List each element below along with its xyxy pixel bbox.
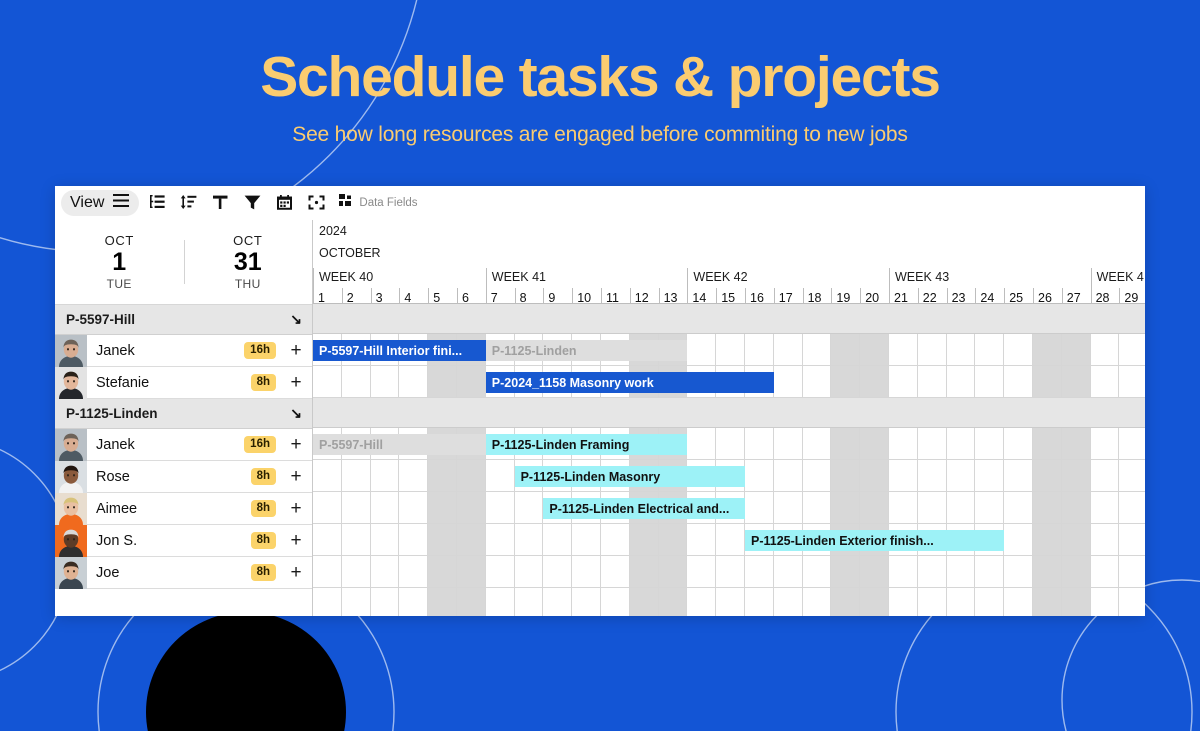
end-day: 31 (233, 248, 262, 277)
avatar-joe (55, 556, 87, 589)
week-header-row: WEEK 40 WEEK 41 WEEK 42 WEEK 43 WEEK 4 (313, 268, 1145, 288)
resource-name: Janek (96, 436, 135, 453)
task-bar[interactable]: P-1125-Linden Electrical and... (543, 498, 745, 519)
date-range-start[interactable]: OCT 1 TUE (55, 233, 184, 291)
task-bar[interactable]: P-1125-Linden Framing (485, 434, 688, 455)
resource-hours-badge: 8h (250, 468, 276, 485)
resource-hours-badge: 16h (244, 342, 276, 359)
gantt-app-window: View Data Fields OCT 1 TUE OCT 31 THU P-… (55, 186, 1145, 616)
end-weekday: THU (234, 276, 261, 291)
task-bar-ghost: P-1125-Linden (485, 340, 688, 361)
timeline-year: 2024 (319, 224, 347, 238)
fit-to-screen-icon[interactable] (301, 190, 331, 216)
date-range-header: OCT 1 TUE OCT 31 THU (55, 220, 312, 304)
resource-hours-badge: 16h (244, 436, 276, 453)
resource-hours-badge: 8h (250, 564, 276, 581)
avatar-stefanie (55, 366, 87, 399)
start-day: 1 (112, 248, 127, 277)
main-split: OCT 1 TUE OCT 31 THU P-5597-Hill ↘ Janek… (55, 220, 1145, 616)
collapse-arrow-icon[interactable]: ↘ (290, 311, 302, 328)
indent-icon[interactable] (205, 190, 235, 216)
resource-rows: P-5597-Hill ↘ Janek 16h + Stefanie 8h + P… (55, 304, 312, 589)
add-task-plus-icon[interactable]: + (284, 499, 308, 518)
avatar-janek (55, 334, 87, 367)
resource-hours-badge: 8h (250, 532, 276, 549)
collapse-arrow-icon[interactable]: ↘ (290, 405, 302, 422)
calendar-icon[interactable] (269, 190, 299, 216)
add-task-plus-icon[interactable]: + (284, 467, 308, 486)
sort-icon[interactable] (173, 190, 203, 216)
view-button-label: View (70, 193, 105, 211)
hero-section: Schedule tasks & projects See how long r… (0, 0, 1200, 147)
data-fields-label: Data Fields (359, 196, 418, 209)
project-group-name: P-5597-Hill (66, 312, 136, 327)
date-range-divider (183, 240, 185, 284)
start-weekday: TUE (106, 276, 132, 291)
resource-row[interactable]: Jon S. 8h + (55, 524, 312, 557)
resource-name: Jon S. (96, 532, 138, 549)
resource-hours-badge: 8h (250, 374, 276, 391)
week-label: WEEK 4 (1090, 268, 1145, 288)
timeline-header: 2024 OCTOBER WEEK 40 WEEK 41 WEEK 42 WEEK 4… (313, 220, 1145, 310)
project-group-row[interactable]: P-1125-Linden ↘ (55, 399, 312, 429)
resource-row[interactable]: Janek 16h + (55, 334, 312, 367)
add-task-plus-icon[interactable]: + (284, 341, 308, 360)
resource-row[interactable]: Janek 16h + (55, 428, 312, 461)
task-bar-ghost: P-5597-Hill (313, 434, 486, 455)
avatar-rose (55, 460, 87, 493)
resource-row[interactable]: Joe 8h + (55, 556, 312, 589)
task-bar[interactable]: P-1125-Linden Exterior finish... (745, 530, 1005, 551)
resource-panel: OCT 1 TUE OCT 31 THU P-5597-Hill ↘ Janek… (55, 220, 313, 616)
project-group-name: P-1125-Linden (66, 406, 158, 421)
add-task-plus-icon[interactable]: + (284, 435, 308, 454)
week-label: WEEK 43 (889, 268, 1091, 288)
add-task-plus-icon[interactable]: + (284, 373, 308, 392)
resource-row[interactable]: Aimee 8h + (55, 492, 312, 525)
task-bar[interactable]: P-1125-Linden Masonry (514, 466, 745, 487)
filter-icon[interactable] (237, 190, 267, 216)
resource-name: Joe (96, 564, 120, 581)
toolbar: View Data Fields (55, 186, 1145, 220)
group-by-icon[interactable] (141, 190, 171, 216)
project-group-row[interactable]: P-5597-Hill ↘ (55, 305, 312, 335)
avatar-janek (55, 428, 87, 461)
view-button[interactable]: View (61, 189, 140, 216)
add-task-plus-icon[interactable]: + (284, 563, 308, 582)
deco-black-circle (146, 612, 346, 731)
resource-name: Janek (96, 342, 135, 359)
timeline-panel[interactable]: 2024 OCTOBER WEEK 40 WEEK 41 WEEK 42 WEEK 4… (313, 220, 1145, 616)
data-fields-button[interactable]: Data Fields (339, 193, 418, 212)
timeline-grid[interactable]: P-5597-Hill Interior fini... P-1125-Linde… (313, 304, 1145, 616)
add-task-plus-icon[interactable]: + (284, 531, 308, 550)
week-label: WEEK 41 (485, 268, 688, 288)
timeline-group-band (313, 304, 1145, 334)
task-bar[interactable]: P-5597-Hill Interior fini... (313, 340, 486, 361)
date-range-end[interactable]: OCT 31 THU (184, 233, 313, 291)
start-month: OCT (104, 233, 134, 249)
resource-row[interactable]: Rose 8h + (55, 460, 312, 493)
data-fields-icon (339, 193, 353, 212)
resource-name: Rose (96, 468, 130, 485)
timeline-row (313, 524, 1145, 556)
week-label: WEEK 40 (313, 268, 486, 288)
week-label: WEEK 42 (687, 268, 889, 288)
avatar-jon (55, 524, 87, 557)
page-title: Schedule tasks & projects (260, 45, 941, 109)
timeline-group-band (313, 398, 1145, 428)
resource-name: Stefanie (96, 374, 150, 391)
hamburger-menu-icon[interactable] (113, 193, 130, 212)
task-bar[interactable]: P-2024_1158 Masonry work (485, 372, 774, 393)
resource-row[interactable]: Stefanie 8h + (55, 366, 312, 399)
timeline-month: OCTOBER (319, 246, 381, 260)
resource-name: Aimee (96, 500, 138, 517)
resource-hours-badge: 8h (250, 500, 276, 517)
timeline-row (313, 556, 1145, 588)
end-month: OCT (233, 233, 263, 249)
avatar-aimee (55, 492, 87, 525)
page-subtitle: See how long resources are engaged befor… (292, 122, 908, 146)
